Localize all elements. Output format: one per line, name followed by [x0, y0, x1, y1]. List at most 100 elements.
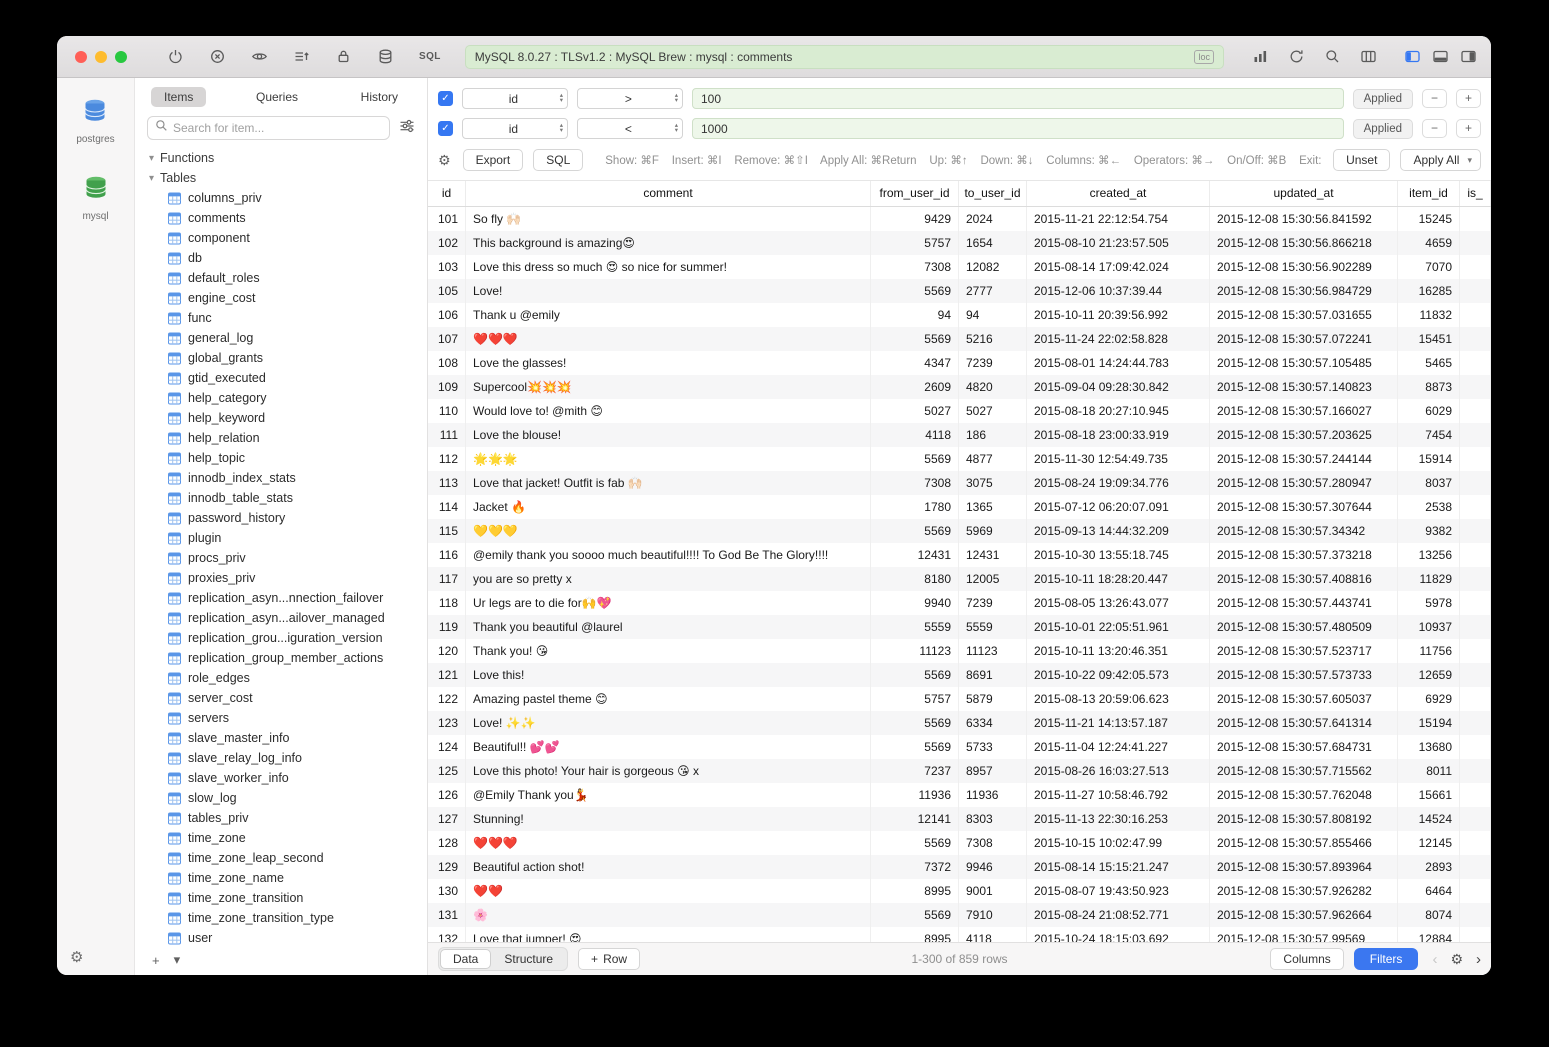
cell-updated_at[interactable]: 2015-12-08 15:30:57.962664 — [1210, 903, 1398, 927]
cell-id[interactable]: 122 — [428, 687, 466, 711]
sidebar-item-component[interactable]: component — [135, 228, 427, 248]
cell-from_user_id[interactable]: 8995 — [871, 879, 959, 903]
cell-updated_at[interactable]: 2015-12-08 15:30:57.105485 — [1210, 351, 1398, 375]
tree-section-functions[interactable]: ▾Functions — [135, 148, 427, 168]
cell-from_user_id[interactable]: 7372 — [871, 855, 959, 879]
table-view-icon[interactable] — [1360, 48, 1377, 65]
sidebar-item-func[interactable]: func — [135, 308, 427, 328]
cell-created_at[interactable]: 2015-08-14 15:15:21.247 — [1027, 855, 1210, 879]
cell-is_[interactable] — [1460, 615, 1491, 639]
tab-items[interactable]: Items — [151, 87, 206, 107]
cell-created_at[interactable]: 2015-08-07 19:43:50.923 — [1027, 879, 1210, 903]
column-header-item_id[interactable]: item_id — [1398, 181, 1460, 206]
cell-comment[interactable]: @Emily Thank you💃 — [466, 783, 871, 807]
cell-to_user_id[interactable]: 94 — [959, 303, 1027, 327]
cell-item_id[interactable]: 7070 — [1398, 255, 1460, 279]
cell-from_user_id[interactable]: 5569 — [871, 327, 959, 351]
cell-item_id[interactable]: 11756 — [1398, 639, 1460, 663]
cell-is_[interactable] — [1460, 327, 1491, 351]
cell-to_user_id[interactable]: 8691 — [959, 663, 1027, 687]
cell-comment[interactable]: Love that jumper! 😍 — [466, 927, 871, 942]
cell-from_user_id[interactable]: 94 — [871, 303, 959, 327]
cell-is_[interactable] — [1460, 399, 1491, 423]
cell-to_user_id[interactable]: 7910 — [959, 903, 1027, 927]
refresh-icon[interactable] — [1288, 48, 1305, 65]
table-row[interactable]: 105Love!556927772015-12-06 10:37:39.4420… — [428, 279, 1491, 303]
cell-is_[interactable] — [1460, 663, 1491, 687]
cell-created_at[interactable]: 2015-08-18 20:27:10.945 — [1027, 399, 1210, 423]
sidebar-item-global_grants[interactable]: global_grants — [135, 348, 427, 368]
cell-from_user_id[interactable]: 5569 — [871, 519, 959, 543]
tab-structure[interactable]: Structure — [491, 949, 566, 969]
cell-created_at[interactable]: 2015-08-24 21:08:52.771 — [1027, 903, 1210, 927]
filter-column-select[interactable]: id ▴▾ — [462, 88, 568, 109]
cell-item_id[interactable]: 8037 — [1398, 471, 1460, 495]
gear-icon[interactable]: ⚙ — [438, 152, 451, 169]
cell-comment[interactable]: Stunning! — [466, 807, 871, 831]
cell-id[interactable]: 111 — [428, 423, 466, 447]
cell-item_id[interactable]: 6929 — [1398, 687, 1460, 711]
cell-to_user_id[interactable]: 12005 — [959, 567, 1027, 591]
cell-is_[interactable] — [1460, 255, 1491, 279]
cell-item_id[interactable]: 13256 — [1398, 543, 1460, 567]
table-row[interactable]: 115💛💛💛556959692015-09-13 14:44:32.209201… — [428, 519, 1491, 543]
sidebar-item-replication_asyn...ailover_managed[interactable]: replication_asyn...ailover_managed — [135, 608, 427, 628]
cell-created_at[interactable]: 2015-08-13 20:59:06.623 — [1027, 687, 1210, 711]
cell-item_id[interactable]: 15245 — [1398, 207, 1460, 231]
cell-updated_at[interactable]: 2015-12-08 15:30:57.523717 — [1210, 639, 1398, 663]
sidebar-item-db[interactable]: db — [135, 248, 427, 268]
sql-console-icon[interactable]: SQL — [419, 51, 441, 62]
search-icon[interactable] — [1324, 48, 1341, 65]
add-filter-button[interactable]: + — [1456, 119, 1481, 138]
cell-from_user_id[interactable]: 7308 — [871, 471, 959, 495]
cell-comment[interactable]: 💛💛💛 — [466, 519, 871, 543]
tab-data[interactable]: Data — [440, 949, 491, 969]
cell-updated_at[interactable]: 2015-12-08 15:30:57.893964 — [1210, 855, 1398, 879]
cell-id[interactable]: 108 — [428, 351, 466, 375]
page-prev-icon[interactable]: ‹ — [1432, 951, 1437, 968]
cell-from_user_id[interactable]: 5569 — [871, 447, 959, 471]
cell-from_user_id[interactable]: 5757 — [871, 687, 959, 711]
zoom-window-button[interactable] — [115, 51, 127, 63]
cell-is_[interactable] — [1460, 639, 1491, 663]
cell-created_at[interactable]: 2015-11-30 12:54:49.735 — [1027, 447, 1210, 471]
cell-item_id[interactable]: 16285 — [1398, 279, 1460, 303]
cell-comment[interactable]: Would love to! @mith 😊 — [466, 399, 871, 423]
table-row[interactable]: 126@Emily Thank you💃11936119362015-11-27… — [428, 783, 1491, 807]
cell-comment[interactable]: Love the blouse! — [466, 423, 871, 447]
column-header-updated_at[interactable]: updated_at — [1210, 181, 1398, 206]
cell-from_user_id[interactable]: 5569 — [871, 735, 959, 759]
cell-is_[interactable] — [1460, 543, 1491, 567]
tree-section-tables[interactable]: ▾Tables — [135, 168, 427, 188]
filter-value-input[interactable] — [692, 88, 1344, 109]
table-row[interactable]: 111Love the blouse!41181862015-08-18 23:… — [428, 423, 1491, 447]
cell-comment[interactable]: Beautiful action shot! — [466, 855, 871, 879]
column-header-to_user_id[interactable]: to_user_id — [959, 181, 1027, 206]
apply-all-button[interactable]: Apply All ▾ — [1400, 149, 1481, 171]
cell-updated_at[interactable]: 2015-12-08 15:30:57.808192 — [1210, 807, 1398, 831]
table-row[interactable]: 107❤️❤️❤️556952162015-11-24 22:02:58.828… — [428, 327, 1491, 351]
sidebar-item-engine_cost[interactable]: engine_cost — [135, 288, 427, 308]
cell-from_user_id[interactable]: 12431 — [871, 543, 959, 567]
sidebar-item-general_log[interactable]: general_log — [135, 328, 427, 348]
table-row[interactable]: 123Love! ✨✨556963342015-11-21 14:13:57.1… — [428, 711, 1491, 735]
export-button[interactable]: Export — [463, 149, 524, 171]
cell-updated_at[interactable]: 2015-12-08 15:30:57.926282 — [1210, 879, 1398, 903]
cell-to_user_id[interactable]: 4877 — [959, 447, 1027, 471]
cell-item_id[interactable]: 15451 — [1398, 327, 1460, 351]
cell-created_at[interactable]: 2015-08-10 21:23:57.505 — [1027, 231, 1210, 255]
cell-created_at[interactable]: 2015-12-06 10:37:39.44 — [1027, 279, 1210, 303]
connection-postgres[interactable]: postgres — [76, 96, 114, 145]
sidebar-item-slow_log[interactable]: slow_log — [135, 788, 427, 808]
log-list-icon[interactable] — [293, 48, 310, 65]
cell-created_at[interactable]: 2015-08-18 23:00:33.919 — [1027, 423, 1210, 447]
cell-comment[interactable]: Love! ✨✨ — [466, 711, 871, 735]
tab-history[interactable]: History — [348, 87, 411, 107]
sidebar-item-default_roles[interactable]: default_roles — [135, 268, 427, 288]
cell-to_user_id[interactable]: 2024 — [959, 207, 1027, 231]
cell-is_[interactable] — [1460, 207, 1491, 231]
cell-id[interactable]: 123 — [428, 711, 466, 735]
cell-is_[interactable] — [1460, 735, 1491, 759]
table-row[interactable]: 117you are so pretty x8180120052015-10-1… — [428, 567, 1491, 591]
cell-to_user_id[interactable]: 4118 — [959, 927, 1027, 942]
